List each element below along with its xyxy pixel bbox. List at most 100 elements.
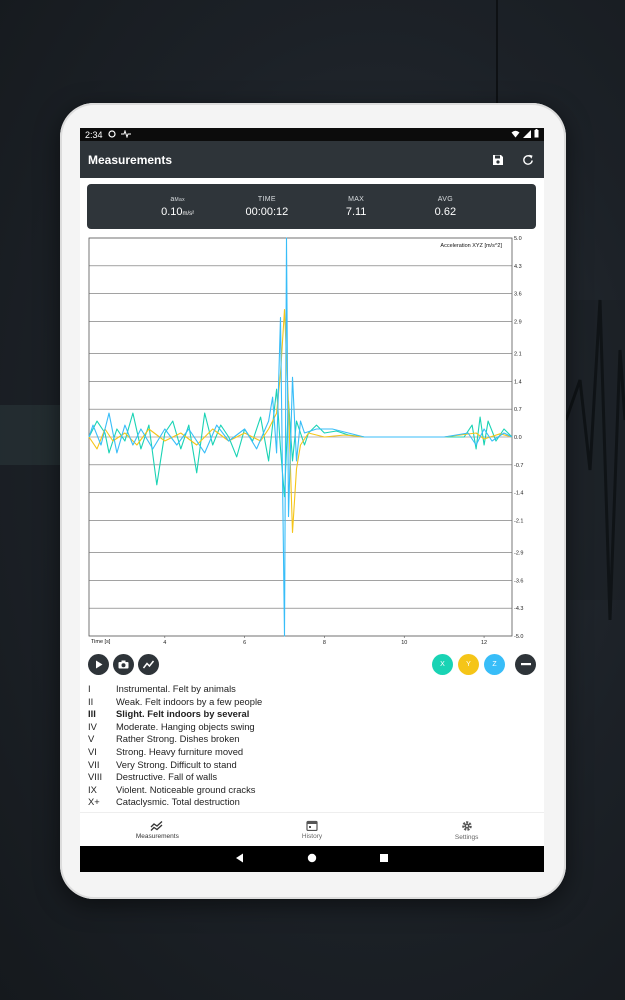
y-tick-label: -1.4 — [514, 491, 523, 497]
acceleration-chart[interactable]: 4 6 8 10 12 5.0 4.3 3.6 2.9 2.1 1.4 0.7 0.0 -0.7 -1.4… — [80, 236, 544, 648]
scale-row: VIII Destructive. Fall of walls — [88, 771, 388, 784]
calendar-icon — [306, 820, 318, 831]
minus-icon — [520, 663, 531, 666]
nav-history-label: History — [301, 833, 323, 840]
y-tick-label: 5.0 — [514, 236, 522, 242]
stat-avg: AVG 0.62 — [401, 184, 490, 229]
scale-level: I — [88, 683, 91, 694]
scale-description: Cataclysmic. Total destruction — [116, 796, 240, 808]
nav-measurements[interactable]: Measurements — [80, 813, 235, 847]
scale-level: IX — [88, 783, 97, 795]
stat-max-value: 7.11 — [345, 205, 367, 218]
stat-avg-label: AVG — [437, 195, 453, 203]
y-tick-label: 4.3 — [514, 264, 522, 270]
home-button[interactable] — [307, 850, 317, 868]
scale-row: I Instrumental. Felt by animals — [88, 683, 388, 696]
stat-amax: aMax 0.10m/s² — [133, 184, 222, 229]
y-axis-toggle[interactable]: Y — [458, 654, 479, 675]
stat-max-label: MAX — [348, 195, 365, 203]
scale-row: III Slight. Felt indoors by several — [88, 708, 388, 721]
y-tick-label: 3.6 — [514, 292, 522, 298]
y-tick-label: -5.0 — [514, 634, 523, 640]
y-tick-label: -2.1 — [514, 519, 523, 525]
recents-icon — [380, 854, 388, 862]
stat-amax-value: 0.10 — [161, 205, 183, 218]
y-tick-label: 2.9 — [514, 320, 522, 326]
status-time: 2:34 — [85, 129, 103, 140]
battery-icon — [534, 129, 539, 140]
scale-level: II — [88, 695, 94, 707]
stat-time: TIME 00:00:12 — [222, 184, 311, 229]
trend-icon — [143, 660, 154, 669]
nav-settings-label: Settings — [454, 833, 479, 841]
y-tick-label: 1.4 — [514, 379, 522, 385]
scale-row: VII Very Strong. Difficult to stand — [88, 759, 388, 772]
nav-measurements-label: Measurements — [135, 832, 179, 840]
x-tick-label: 4 — [163, 640, 166, 646]
back-button[interactable] — [235, 850, 245, 868]
chart-xlabel: Time [s] — [91, 639, 111, 645]
chart-icon — [150, 820, 163, 831]
x-tick-label: 6 — [243, 640, 246, 646]
scale-row: IV Moderate. Hanging objects swing — [88, 721, 388, 734]
chart-title: Acceleration XYZ [m/s^2] — [440, 243, 502, 249]
x-tick-label: 12 — [481, 640, 487, 646]
play-icon — [95, 660, 102, 669]
y-tick-label: -4.3 — [514, 606, 523, 612]
y-tick-label: 2.1 — [514, 351, 522, 357]
remove-button[interactable] — [515, 654, 536, 675]
signal-icon — [523, 129, 531, 140]
camera-icon — [118, 660, 129, 669]
scale-level: VII — [88, 758, 100, 770]
scale-row: X+ Cataclysmic. Total destruction — [88, 796, 388, 809]
scale-row: II Weak. Felt indoors by a few people — [88, 696, 388, 709]
reset-icon[interactable] — [520, 152, 536, 168]
scale-level: IV — [88, 720, 97, 732]
intensity-scale: I Instrumental. Felt by animals II Weak. Fe… — [88, 683, 388, 809]
play-button[interactable] — [88, 654, 109, 675]
scale-level: V — [88, 733, 95, 745]
scale-level: VI — [88, 745, 97, 757]
chart-controls: X Y Z — [80, 654, 544, 676]
z-axis-toggle[interactable]: Z — [484, 654, 505, 675]
activity-icon — [120, 128, 131, 140]
y-tick-label: -3.6 — [514, 578, 523, 584]
scale-level: X+ — [88, 796, 100, 808]
x-axis-toggle[interactable]: X — [432, 654, 453, 675]
page-title: Measurements — [88, 152, 173, 167]
x-tick-label: 10 — [401, 640, 407, 646]
scale-level: VIII — [88, 771, 103, 783]
save-icon[interactable] — [490, 152, 506, 168]
y-tick-label: 0.7 — [514, 407, 522, 413]
scale-description: Instrumental. Felt by animals — [116, 683, 236, 694]
screenshot-button[interactable] — [113, 654, 134, 675]
notification-icon — [107, 129, 116, 140]
stat-amax-unit: m/s² — [182, 210, 195, 217]
system-nav-bar — [80, 846, 544, 872]
stat-avg-value: 0.62 — [434, 205, 457, 218]
nav-settings[interactable]: Settings — [389, 813, 544, 847]
scale-row: IX Violent. Noticeable ground cracks — [88, 784, 388, 797]
scale-level: III — [88, 708, 96, 720]
x-tick-label: 8 — [323, 640, 326, 646]
scale-description: Weak. Felt indoors by a few people — [116, 695, 263, 707]
stat-amax-sublabel: Max — [174, 196, 185, 203]
chart-mode-button[interactable] — [138, 654, 159, 675]
recents-button[interactable] — [379, 850, 389, 868]
series-line-0 — [88, 388, 513, 498]
back-icon — [236, 853, 243, 863]
scale-description: Strong. Heavy furniture moved — [116, 745, 244, 757]
stat-time-value: 00:00:12 — [245, 205, 289, 218]
scale-description: Violent. Noticeable ground cracks — [116, 783, 256, 795]
bottom-nav: Measurements History Settings — [80, 812, 544, 847]
scale-description: Moderate. Hanging objects swing — [116, 720, 255, 732]
status-bar: 2:34 — [80, 128, 544, 141]
scale-description: Rather Strong. Dishes broken — [116, 733, 240, 745]
scale-description: Slight. Felt indoors by several — [116, 708, 250, 720]
wifi-icon — [511, 130, 520, 140]
nav-history[interactable]: History — [235, 813, 390, 847]
stats-panel: aMax 0.10m/s² TIME 00:00:12 MAX 7.11 AVG… — [87, 184, 536, 229]
stat-time-label: TIME — [257, 195, 276, 203]
scale-row: VI Strong. Heavy furniture moved — [88, 746, 388, 759]
scale-description: Very Strong. Difficult to stand — [116, 758, 237, 770]
